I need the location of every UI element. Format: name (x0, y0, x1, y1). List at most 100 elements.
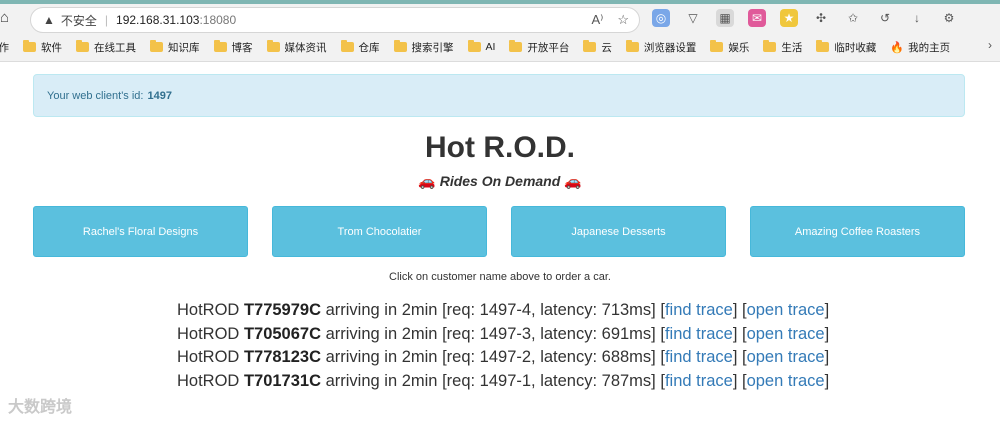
car-icon: 🚗 (418, 173, 436, 189)
page-subtitle: 🚗 Rides On Demand 🚗 (0, 173, 1000, 190)
bookmarks-more-icon[interactable]: › (988, 38, 992, 52)
bookmark-item[interactable]: 搜索引擎 (393, 40, 454, 55)
bookmark-item[interactable]: 工作 (0, 40, 9, 55)
ride-eta: arriving in 2min (325, 348, 438, 366)
vue-extension-icon[interactable]: ▽ (684, 9, 702, 27)
favorite-icon[interactable]: ☆ (617, 12, 629, 28)
bookmark-item[interactable]: AI (467, 40, 496, 53)
bookmark-item[interactable]: 生活 (763, 40, 802, 55)
address-port: :18080 (199, 13, 237, 27)
search-extension-icon[interactable]: ◎ (652, 9, 670, 27)
bookmark-label: 搜索引擎 (411, 41, 454, 54)
pink-extension-icon[interactable]: ✉ (748, 9, 766, 27)
folder-icon (23, 40, 36, 52)
folder-icon (266, 40, 280, 52)
client-id-alert: Your web client's id: 1497 (33, 74, 965, 117)
favorites-icon[interactable]: ✩ (844, 9, 862, 27)
ride-car-id: T705067C (243, 324, 321, 343)
folder-icon (816, 40, 830, 52)
folder-icon (467, 40, 481, 52)
address-bar[interactable]: ▲ 不安全 | 192.168.31.103:18080 A⁾ ☆ (30, 7, 640, 33)
home-icon[interactable]: ⌂ (0, 10, 16, 26)
bookmark-label: 博客 (231, 41, 253, 54)
ride-car-id: T775979C (243, 301, 321, 319)
customer-button-trom-chocolatier[interactable]: Trom Chocolatier (272, 206, 487, 257)
ride-row: HotROD T778123C arriving in 2min [req: 1… (177, 348, 830, 366)
subtitle-text: Rides On Demand (439, 173, 561, 189)
ride-request: [req: 1497-2, latency: 688ms] (442, 348, 656, 366)
bookmark-item[interactable]: 浏览器设置 (625, 40, 696, 55)
folder-icon (76, 40, 89, 52)
find-trace-link[interactable]: find trace (665, 348, 733, 366)
bookmark-label: 生活 (781, 41, 803, 54)
address-host: 192.168.31.103 (116, 13, 200, 27)
find-trace-link[interactable]: find trace (665, 325, 733, 343)
folder-icon (393, 40, 407, 52)
address-separator: | (104, 13, 109, 27)
car-icon: 🚗 (564, 173, 582, 189)
folder-icon (150, 40, 163, 52)
folder-icon (763, 40, 777, 52)
order-hint: Click on customer name above to order a … (389, 271, 611, 283)
bookmark-item[interactable]: 仓库 (340, 40, 380, 55)
client-id-text: Your web client's id: (47, 89, 144, 102)
ride-prefix: HotROD (177, 301, 240, 319)
browser-chrome: ⌂ ▲ 不安全 | 192.168.31.103:18080 A⁾ ☆ ◎ ▽ … (0, 0, 1000, 62)
yellow-extension-icon[interactable]: ★ (780, 9, 798, 27)
find-trace-link[interactable]: find trace (665, 301, 733, 319)
grid-extension-icon[interactable]: ▦ (716, 9, 734, 27)
folder-icon (509, 40, 523, 52)
bookmark-label: AI (485, 41, 496, 53)
ride-row: HotROD T775979C arriving in 2min [req: 1… (177, 301, 830, 319)
bookmark-label: 工作 (0, 41, 9, 54)
ride-request: [req: 1497-1, latency: 787ms] (442, 371, 656, 390)
open-trace-link[interactable]: open trace (747, 325, 825, 343)
folder-icon (213, 40, 227, 52)
bookmark-item[interactable]: 博客 (213, 40, 253, 55)
open-trace-link[interactable]: open trace (747, 301, 825, 319)
open-trace-link[interactable]: open trace (747, 372, 825, 390)
folder-icon (340, 40, 354, 52)
ride-prefix: HotROD (177, 371, 240, 390)
bookmark-item[interactable]: 临时收藏 (816, 40, 876, 55)
extensions-icon[interactable]: ✣ (812, 9, 830, 27)
settings-icon[interactable]: ⚙ (940, 9, 958, 27)
ride-row: HotROD T701731C arriving in 2min [req: 1… (177, 371, 830, 390)
bookmark-label: 娱乐 (728, 41, 750, 54)
ride-list: HotROD T775979C arriving in 2min [req: 1… (177, 299, 877, 393)
page-title: Hot R.O.D. (425, 131, 575, 164)
ride-prefix: HotROD (177, 324, 240, 343)
bookmark-item[interactable]: 云 (583, 40, 612, 55)
bookmark-item[interactable]: 🔥 我的主页 (890, 40, 950, 55)
bookmark-label: 媒体资讯 (284, 41, 327, 54)
bookmark-label: 仓库 (358, 41, 380, 54)
folder-icon (583, 40, 597, 52)
bookmark-item[interactable]: 开放平台 (509, 40, 569, 55)
ride-eta: arriving in 2min (325, 371, 438, 390)
ride-request: [req: 1497-3, latency: 691ms] (442, 324, 656, 343)
bookmark-item[interactable]: 在线工具 (76, 40, 136, 55)
ride-eta: arriving in 2min (325, 301, 438, 319)
bookmark-label: 临时收藏 (834, 41, 877, 54)
bookmark-item[interactable]: 知识库 (150, 40, 200, 55)
bookmark-item[interactable]: 娱乐 (710, 40, 749, 55)
history-icon[interactable]: ↺ (876, 9, 894, 27)
find-trace-link[interactable]: find trace (665, 372, 733, 390)
customer-button-amazing-coffee[interactable]: Amazing Coffee Roasters (750, 206, 965, 257)
client-id-value: 1497 (147, 89, 172, 102)
open-trace-link[interactable]: open trace (747, 348, 825, 366)
download-icon[interactable]: ↓ (908, 9, 926, 27)
bookmark-label: 云 (601, 41, 612, 54)
read-aloud-icon[interactable]: A⁾ (591, 12, 603, 28)
bookmark-item[interactable]: 软件 (23, 40, 62, 55)
warning-icon: ▲ (43, 13, 55, 27)
folder-icon (710, 40, 724, 52)
ride-car-id: T778123C (243, 348, 321, 366)
insecure-label: 不安全 (60, 13, 97, 28)
bookmark-item[interactable]: 媒体资讯 (266, 40, 327, 55)
customer-button-rachels-floral[interactable]: Rachel's Floral Designs (33, 206, 248, 257)
customer-button-japanese-desserts[interactable]: Japanese Desserts (511, 206, 726, 257)
bookmark-label: 知识库 (168, 41, 200, 54)
bookmark-label: 在线工具 (94, 41, 136, 54)
ride-request: [req: 1497-4, latency: 713ms] (442, 301, 656, 319)
